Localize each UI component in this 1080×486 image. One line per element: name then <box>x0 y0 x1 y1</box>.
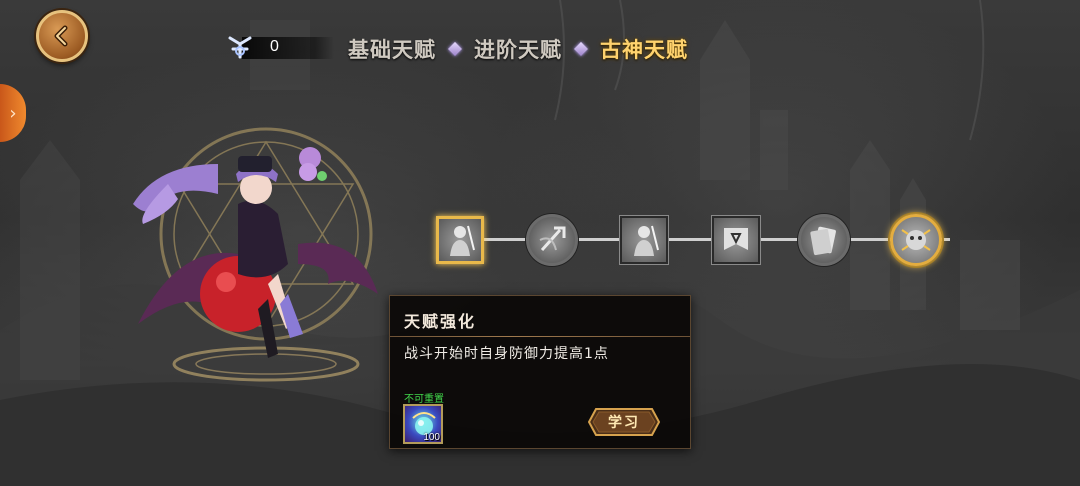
banner-icon <box>724 228 748 250</box>
currency-bar <box>242 37 334 59</box>
talent-tooltip: 天赋强化 战斗开始时自身防御力提高1点 不可重置 100 学习 <box>389 295 691 449</box>
diamond-separator-icon <box>573 41 589 57</box>
cost-item[interactable]: 100 <box>403 404 443 444</box>
tab-basic-talent[interactable]: 基础天赋 <box>348 34 436 64</box>
diamond-separator-icon <box>447 41 463 57</box>
tooltip-title: 天赋强化 <box>404 312 477 331</box>
card-icon <box>810 226 836 256</box>
talent-node-5[interactable] <box>796 212 852 268</box>
warrior-portrait-icon <box>634 225 659 256</box>
cost-item-count: 100 <box>423 432 440 443</box>
talent-node-2[interactable] <box>524 212 580 268</box>
tab-advanced-talent[interactable]: 进阶天赋 <box>474 34 562 64</box>
warrior-portrait-icon <box>450 225 475 256</box>
currency-value: 0 <box>270 38 279 55</box>
ancient-god-icon <box>901 229 931 251</box>
non-resettable-note: 不可重置 <box>404 394 444 405</box>
character-portrait <box>133 127 378 382</box>
tooltip-description: 战斗开始时自身防御力提高1点 <box>404 346 609 362</box>
currency-display: 0 <box>226 32 334 62</box>
talent-node-3[interactable] <box>616 212 672 268</box>
back-arrow-icon <box>54 25 68 47</box>
talent-node-1[interactable] <box>432 212 488 268</box>
rune-icon <box>228 36 252 59</box>
tab-ancient-god-talent[interactable]: 古神天赋 <box>600 34 688 64</box>
back-button[interactable] <box>36 10 88 62</box>
chevron-right-icon: › <box>9 102 17 124</box>
learn-button-label: 学习 <box>608 415 640 431</box>
learn-button[interactable]: 学习 <box>588 408 660 436</box>
weapon-icon <box>539 226 566 252</box>
talent-chain <box>420 200 960 280</box>
tooltip-divider <box>390 336 690 337</box>
talent-node-4[interactable] <box>708 212 764 268</box>
talent-tabs: 基础天赋 进阶天赋 古神天赋 <box>348 34 688 64</box>
talent-node-6[interactable] <box>888 212 944 268</box>
